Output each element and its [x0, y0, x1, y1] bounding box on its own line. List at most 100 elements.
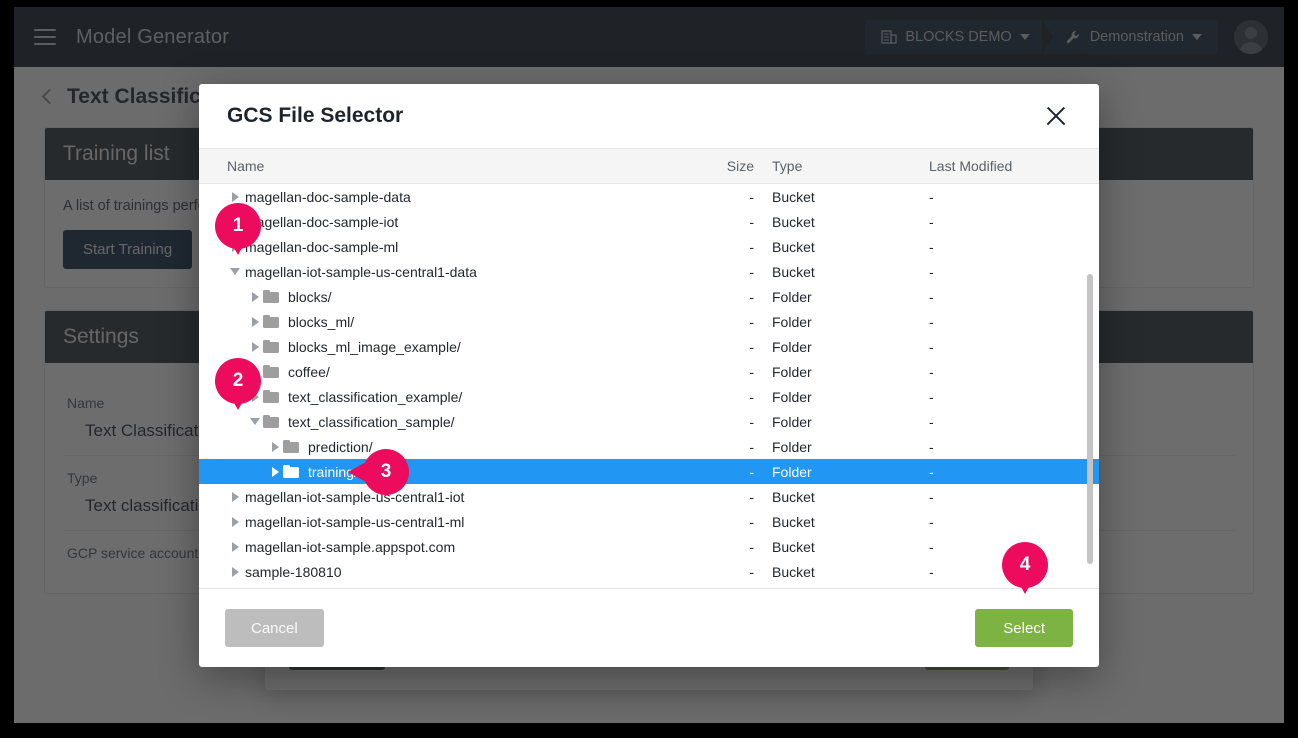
chevron-down-icon[interactable] [227, 268, 243, 275]
annotation-marker-4: 4 [1002, 542, 1048, 594]
table-row[interactable]: magellan-doc-sample-data - Bucket - [199, 184, 1099, 209]
chevron-right-icon[interactable] [267, 441, 283, 452]
row-name-cell: text_classification_example/ [227, 389, 702, 405]
row-type-cell: Folder [772, 463, 812, 480]
row-type-cell: Folder [772, 438, 812, 455]
dialog-title: GCS File Selector [227, 104, 404, 127]
close-icon[interactable] [1041, 101, 1071, 131]
row-type-cell: Bucket [772, 188, 815, 205]
folder-icon [263, 340, 279, 353]
row-name-label: magellan-doc-sample-data [245, 188, 411, 205]
row-modified-cell: - [929, 288, 934, 305]
row-modified-cell: - [929, 188, 934, 205]
chevron-right-icon[interactable] [227, 491, 243, 502]
row-name-cell: magellan-iot-sample.appspot.com [227, 539, 702, 555]
column-header-name[interactable]: Name [227, 158, 702, 174]
triangle-glyph [231, 491, 239, 502]
row-name-label: coffee/ [288, 363, 330, 380]
dialog-footer: Cancel Select [199, 588, 1099, 667]
marker-number: 3 [363, 449, 409, 495]
column-header-size[interactable]: Size [702, 158, 754, 174]
row-modified-cell: - [929, 213, 934, 230]
row-type-cell: Bucket [772, 488, 815, 505]
row-modified-cell: - [929, 513, 934, 530]
folder-icon [263, 290, 279, 303]
row-size-cell: - [749, 538, 754, 555]
row-size-cell: - [749, 363, 754, 380]
triangle-glyph [251, 316, 259, 327]
triangle-glyph [231, 566, 239, 577]
chevron-right-icon[interactable] [247, 316, 263, 327]
row-size-cell: - [749, 238, 754, 255]
row-name-cell: magellan-iot-sample-us-central1-ml [227, 514, 702, 530]
table-row[interactable]: blocks/ - Folder - [199, 284, 1099, 309]
table-row[interactable]: magellan-iot-sample.appspot.com - Bucket - [199, 534, 1099, 559]
triangle-glyph [251, 291, 259, 302]
chevron-right-icon[interactable] [227, 566, 243, 577]
row-name-cell: blocks_ml/ [227, 314, 702, 330]
table-row[interactable]: training/ - Folder - [199, 459, 1099, 484]
row-name-label: magellan-doc-sample-iot [245, 213, 399, 230]
folder-icon [263, 415, 279, 428]
dialog-header: GCS File Selector [199, 84, 1099, 148]
triangle-glyph [251, 341, 259, 352]
row-size-cell: - [749, 563, 754, 580]
row-type-cell: Folder [772, 338, 812, 355]
table-row[interactable]: blocks_ml_image_example/ - Folder - [199, 334, 1099, 359]
triangle-glyph [231, 191, 239, 202]
folder-icon [263, 365, 279, 378]
screenshot-root: Model Generator BLOCKS DEMO [0, 0, 1298, 738]
table-row[interactable]: text_classification_example/ - Folder - [199, 384, 1099, 409]
row-modified-cell: - [929, 438, 934, 455]
file-tree-list[interactable]: magellan-doc-sample-data - Bucket - magellan… [199, 184, 1099, 588]
folder-icon [283, 440, 299, 453]
table-row[interactable]: magellan-iot-sample-us-central1-ml - Bucke… [199, 509, 1099, 534]
table-row[interactable]: prediction/ - Folder - [199, 434, 1099, 459]
row-size-cell: - [749, 213, 754, 230]
chevron-right-icon[interactable] [227, 191, 243, 202]
row-size-cell: - [749, 488, 754, 505]
scrollbar-thumb[interactable] [1087, 274, 1093, 564]
row-name-cell: blocks_ml_image_example/ [227, 339, 702, 355]
chevron-right-icon[interactable] [247, 291, 263, 302]
row-modified-cell: - [929, 338, 934, 355]
triangle-glyph [271, 441, 279, 452]
table-row[interactable]: blocks_ml/ - Folder - [199, 309, 1099, 334]
chevron-right-icon[interactable] [227, 541, 243, 552]
table-row[interactable]: magellan-doc-sample-iot - Bucket - [199, 209, 1099, 234]
row-modified-cell: - [929, 463, 934, 480]
annotation-marker-2: 2 [215, 358, 261, 410]
row-name-label: text_classification_example/ [288, 388, 463, 405]
row-name-cell: training/ [227, 464, 702, 480]
cancel-button[interactable]: Cancel [225, 609, 324, 647]
row-modified-cell: - [929, 413, 934, 430]
chevron-right-icon[interactable] [227, 516, 243, 527]
annotation-marker-3: 3 [348, 449, 409, 495]
row-name-label: blocks/ [288, 288, 332, 305]
row-name-label: magellan-iot-sample-us-central1-data [245, 263, 477, 280]
column-header-last-modified[interactable]: Last Modified [929, 158, 1099, 174]
row-name-label: blocks_ml_image_example/ [288, 338, 461, 355]
table-row[interactable]: magellan-iot-sample-us-central1-iot - Buck… [199, 484, 1099, 509]
row-name-label: sample-180810 [245, 563, 342, 580]
scrollbar-track[interactable] [1087, 184, 1093, 588]
row-type-cell: Folder [772, 388, 812, 405]
row-type-cell: Bucket [772, 213, 815, 230]
select-button[interactable]: Select [975, 609, 1073, 647]
row-type-cell: Bucket [772, 538, 815, 555]
chevron-right-icon[interactable] [247, 341, 263, 352]
table-row[interactable]: coffee/ - Folder - [199, 359, 1099, 384]
row-size-cell: - [749, 313, 754, 330]
row-name-cell: sample-180810 [227, 564, 702, 580]
row-name-cell: magellan-doc-sample-iot [227, 214, 702, 230]
table-row[interactable]: magellan-doc-sample-ml - Bucket - [199, 234, 1099, 259]
table-row[interactable]: magellan-iot-sample-us-central1-data - Buc… [199, 259, 1099, 284]
chevron-right-icon[interactable] [267, 466, 283, 477]
chevron-down-icon[interactable] [247, 418, 263, 425]
row-size-cell: - [749, 513, 754, 530]
row-size-cell: - [749, 388, 754, 405]
row-name-label: text_classification_sample/ [288, 413, 455, 430]
table-row[interactable]: sample-180810- Bucket - [199, 559, 1099, 584]
column-header-type[interactable]: Type [754, 158, 929, 174]
table-row[interactable]: text_classification_sample/ - Folder - [199, 409, 1099, 434]
